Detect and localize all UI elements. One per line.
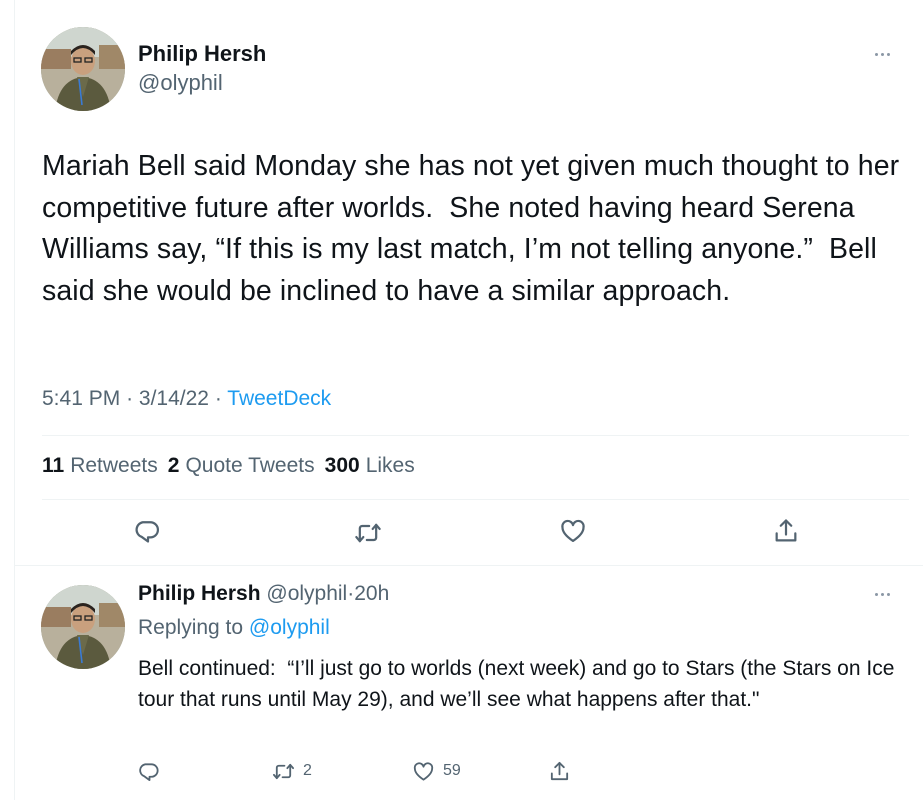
likes-label: Likes: [365, 454, 415, 477]
reply-button[interactable]: [133, 516, 163, 546]
engagement-stats: 11 Retweets 2 Quote Tweets 300 Likes: [42, 454, 415, 478]
retweet-icon: [355, 523, 381, 543]
like-count: 59: [443, 762, 461, 779]
reply-reply-button[interactable]: [138, 758, 169, 784]
tweet-separator: [14, 565, 923, 566]
author-handle[interactable]: @olyphil: [138, 70, 223, 96]
replying-to-link[interactable]: @olyphil: [249, 616, 330, 639]
divider: [42, 435, 909, 436]
like-icon: [561, 519, 585, 543]
retweets-stat[interactable]: 11 Retweets: [42, 454, 158, 478]
tweet-text: Mariah Bell said Monday she has not yet …: [42, 150, 908, 307]
quotes-label: Quote Tweets: [185, 454, 315, 477]
tweet-time[interactable]: 5:41 PM: [42, 387, 120, 410]
share-button[interactable]: [771, 516, 801, 546]
reply-share-button[interactable]: [548, 758, 571, 784]
main-tweet: Philip Hersh @olyphil Mariah Bell said M…: [14, 0, 923, 565]
reply-author-name[interactable]: Philip Hersh: [138, 582, 261, 605]
likes-count: 300: [324, 454, 360, 477]
more-icon: [874, 592, 890, 596]
quotes-stat[interactable]: 2 Quote Tweets: [168, 454, 315, 478]
tweet-date[interactable]: 3/14/22: [139, 387, 209, 410]
reply-icon: [139, 762, 159, 781]
reply-more-options-button[interactable]: [869, 584, 895, 604]
likes-stat[interactable]: 300 Likes: [325, 454, 415, 478]
reply-retweet-button[interactable]: 2: [272, 758, 312, 784]
author-name[interactable]: Philip Hersh: [138, 41, 266, 67]
tweet-timestamp: 5:41 PM · 3/14/22 · TweetDeck: [42, 387, 331, 411]
retweet-button[interactable]: [353, 518, 383, 548]
replying-prefix: Replying to: [138, 616, 244, 639]
meta-separator: ·: [214, 387, 222, 410]
reply-age[interactable]: 20h: [354, 582, 389, 605]
retweets-label: Retweets: [70, 454, 158, 477]
like-button[interactable]: [558, 516, 588, 546]
reply-like-button[interactable]: 59: [412, 758, 461, 784]
retweets-count: 11: [42, 454, 65, 477]
tweet-source-link[interactable]: TweetDeck: [227, 387, 331, 410]
share-icon: [775, 519, 797, 542]
reply-header: Philip Hersh @olyphil·20h: [138, 582, 389, 606]
more-icon: [874, 52, 890, 56]
reply-text: Bell continued: “I’ll just go to worlds …: [138, 657, 901, 711]
reply-icon: [135, 521, 159, 543]
reply-author-handle[interactable]: @olyphil: [266, 582, 347, 605]
replying-to: Replying to @olyphil: [138, 616, 330, 640]
avatar[interactable]: [41, 27, 125, 111]
reply-avatar[interactable]: [41, 585, 125, 669]
quotes-count: 2: [167, 454, 180, 477]
retweet-count: 2: [303, 762, 312, 779]
divider: [42, 499, 909, 500]
like-icon: [413, 761, 434, 781]
more-options-button[interactable]: [869, 44, 895, 64]
retweet-icon: [273, 763, 294, 779]
share-icon: [550, 761, 569, 780]
meta-separator: ·: [126, 387, 134, 410]
